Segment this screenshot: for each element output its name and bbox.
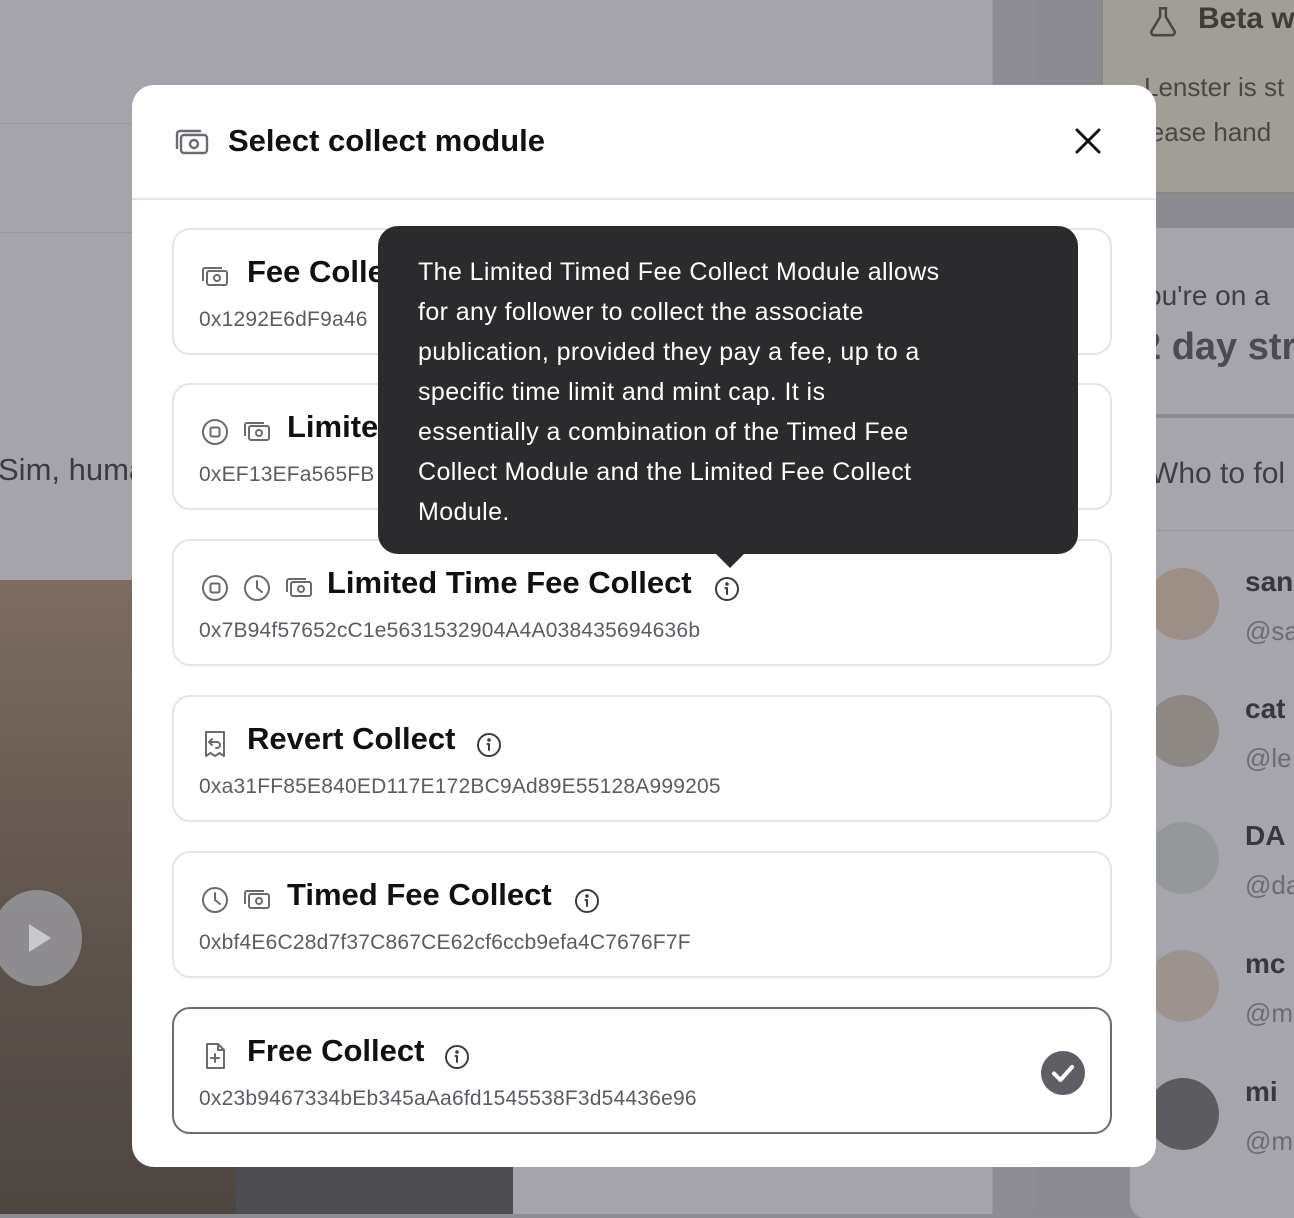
avatar (1147, 695, 1219, 767)
avatar (1147, 568, 1219, 640)
follow-handle: @m (1245, 998, 1294, 1028)
follow-name: DA (1245, 820, 1286, 851)
module-address: 0xbf4E6C28d7f37C867CE62cf6ccb9efa4C7676F… (199, 931, 691, 954)
cash-icon (202, 267, 228, 286)
module-title: Limited Time Fee Collect (327, 565, 692, 600)
module-address: 0x23b9467334bEb345aAa6fd1545538F3d54436e… (199, 1087, 697, 1110)
tooltip-line: for any follower to collect the associat… (418, 298, 864, 326)
close-button[interactable] (1066, 119, 1110, 163)
tooltip-line: essentially a combination of the Timed F… (418, 418, 909, 446)
module-address: 0xEF13EFa565FB (199, 463, 375, 486)
follow-handle: @m (1245, 1126, 1294, 1156)
play-icon (29, 924, 51, 952)
close-icon (1075, 128, 1101, 154)
tooltip-line: Collect Module and the Limited Fee Colle… (418, 458, 912, 486)
avatar (1147, 1078, 1219, 1150)
avatar (1147, 950, 1219, 1022)
check-circle-icon (1041, 1051, 1085, 1095)
module-icons (200, 727, 230, 761)
info-icon[interactable] (444, 1044, 470, 1070)
info-icon[interactable] (574, 888, 600, 914)
streak-count: 2 day str (1140, 326, 1294, 368)
follow-handle: @le (1245, 743, 1292, 773)
cash-icon (244, 890, 270, 909)
cash-icon (286, 578, 312, 597)
module-address: 0x7B94f57652cC1e5631532904A4A03843569463… (199, 619, 701, 642)
streak-text: ou're on a (1146, 280, 1270, 311)
receipt-refund-icon (205, 731, 225, 757)
module-address: 0x1292E6dF9a46 (199, 308, 368, 331)
cash-icon (175, 129, 209, 155)
module-card-revert-collect[interactable]: Revert Collect 0xa31FF85E840ED117E172BC9… (172, 695, 1112, 822)
module-icons (200, 883, 272, 917)
module-card-limited-time-fee-collect[interactable]: Limited Time Fee Collect 0x7B94f57652cC1… (172, 539, 1112, 666)
info-icon[interactable] (476, 732, 502, 758)
info-icon[interactable] (714, 576, 740, 602)
module-info-tooltip: The Limited Timed Fee Collect Module all… (378, 226, 1078, 554)
cash-icon (244, 422, 270, 441)
tooltip-line: The Limited Timed Fee Collect Module all… (418, 258, 940, 286)
stop-circle-icon (202, 575, 228, 601)
who-to-follow-title: Who to fol (1150, 457, 1286, 490)
module-icons (200, 571, 314, 605)
module-icons (200, 415, 272, 449)
clock-icon (244, 575, 270, 601)
feed-post-image (236, 1165, 513, 1214)
beta-card-title: Beta w (1198, 2, 1294, 35)
module-title: Timed Fee Collect (287, 877, 552, 912)
tooltip-line: specific time limit and mint cap. It is (418, 378, 826, 406)
tooltip-arrow (714, 552, 746, 568)
modal-header: Select collect module (132, 85, 1156, 200)
module-title: Fee Colle (247, 254, 385, 289)
stop-circle-icon (202, 419, 228, 445)
follow-name: mc (1245, 948, 1286, 979)
avatar (1147, 822, 1219, 894)
module-title: Free Collect (247, 1033, 425, 1068)
clock-icon (202, 887, 228, 913)
module-icons (200, 1039, 230, 1073)
follow-handle: @sa (1245, 616, 1294, 646)
beta-card-text: lease hand (1144, 117, 1272, 147)
module-icons (200, 260, 230, 294)
follow-name: san (1245, 566, 1294, 597)
module-card-timed-fee-collect[interactable]: Timed Fee Collect 0xbf4E6C28d7f37C867CE6… (172, 851, 1112, 978)
module-card-free-collect[interactable]: Free Collect 0x23b9467334bEb345aAa6fd154… (172, 1007, 1112, 1134)
beaker-icon (1150, 6, 1176, 37)
tooltip-line: Module. (418, 498, 510, 526)
beta-card-text: Lenster is st (1144, 72, 1285, 102)
module-address: 0xa31FF85E840ED117E172BC9Ad89E55128A9992… (199, 775, 721, 798)
modal-title: Select collect module (228, 123, 545, 158)
follow-name: cat (1245, 693, 1286, 724)
tooltip-line: publication, provided they pay a fee, up… (418, 338, 920, 366)
document-add-icon (206, 1043, 225, 1069)
module-title: Revert Collect (247, 721, 456, 756)
feed-post-text: Sim, huma (0, 452, 147, 487)
follow-handle: @da (1245, 870, 1294, 900)
follow-name: mi (1245, 1076, 1278, 1107)
module-title: Limite (287, 409, 379, 444)
